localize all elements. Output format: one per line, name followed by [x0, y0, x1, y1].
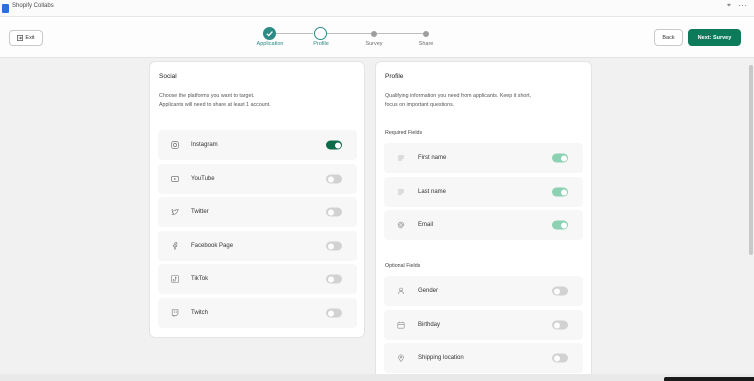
twitch-toggle[interactable] [326, 308, 342, 318]
field-row-last-name[interactable]: Last name [384, 177, 583, 207]
step-share-indicator[interactable] [423, 31, 429, 37]
field-row-gender[interactable]: Gender [384, 276, 583, 306]
instagram-toggle[interactable] [326, 140, 342, 150]
optional-fields-heading: Optional Fields [385, 263, 421, 269]
instagram-icon [171, 141, 179, 149]
social-card: Social Choose the platforms you want to … [149, 61, 365, 338]
last-name-toggle[interactable] [552, 187, 568, 197]
social-description-line2: Applicants will need to share at least 1… [159, 102, 271, 108]
location-pin-icon [397, 354, 405, 362]
step-label-profile: Profile [313, 41, 329, 47]
field-label: Last name [418, 189, 447, 195]
gender-toggle[interactable] [552, 286, 568, 296]
twitter-icon [171, 208, 179, 216]
field-row-email[interactable]: Email [384, 210, 583, 240]
email-toggle[interactable] [552, 220, 568, 230]
window-bottom-edge [0, 374, 754, 381]
platform-label: Twitch [191, 310, 209, 316]
platform-row-tiktok[interactable]: TikTok [158, 264, 357, 294]
platform-label: TikTok [191, 276, 209, 282]
platform-row-youtube[interactable]: YouTube [158, 164, 357, 194]
platform-row-twitter[interactable]: Twitter [158, 197, 357, 227]
taskbar-fragment [664, 377, 754, 381]
platform-row-instagram[interactable]: Instagram [158, 130, 357, 160]
window-title: Shopify Collabs [12, 3, 54, 9]
twitch-icon [171, 309, 179, 317]
facebook-toggle[interactable] [326, 241, 342, 251]
platform-label: Twitter [191, 209, 209, 215]
at-icon [397, 221, 405, 229]
step-application-check-icon[interactable] [263, 27, 276, 40]
facebook-icon [171, 242, 179, 250]
window-titlebar: Shopify Collabs ⌖ ··· [0, 0, 754, 17]
back-button[interactable]: Back [654, 29, 683, 46]
field-row-first-name[interactable]: First name [384, 143, 583, 173]
next-survey-button[interactable]: Next: Survey [688, 29, 741, 46]
pin-icon[interactable]: ⌖ [727, 2, 731, 10]
person-icon [397, 287, 405, 295]
shipping-location-toggle[interactable] [552, 353, 568, 363]
step-connector [327, 33, 372, 34]
tiktok-toggle[interactable] [326, 274, 342, 284]
step-survey-indicator[interactable] [371, 31, 377, 37]
platform-label: YouTube [191, 176, 215, 182]
step-label-survey: Survey [365, 41, 383, 47]
social-title: Social [159, 73, 177, 80]
wizard-stepper: Application Profile Survey Share [0, 17, 754, 58]
profile-description-line2: focus on important questions. [385, 102, 455, 108]
platform-label: Facebook Page [191, 243, 234, 249]
step-connector [377, 33, 423, 34]
platform-row-facebook[interactable]: Facebook Page [158, 231, 357, 261]
scrollbar-thumb[interactable] [749, 65, 753, 255]
field-row-shipping-location[interactable]: Shipping location [384, 343, 583, 373]
profile-card: Profile Qualifying information you need … [375, 61, 592, 381]
wizard-header: Exit Application Profile Survey Share Ba… [0, 17, 754, 58]
twitter-toggle[interactable] [326, 207, 342, 217]
step-label-application: Application [256, 41, 284, 47]
field-label: Email [418, 222, 434, 228]
youtube-toggle[interactable] [326, 174, 342, 184]
field-row-birthday[interactable]: Birthday [384, 310, 583, 340]
required-fields-heading: Required Fields [385, 130, 423, 136]
step-label-share: Share [418, 41, 434, 47]
shopify-app-icon [2, 4, 9, 13]
more-icon[interactable]: ··· [738, 1, 748, 10]
field-label: Birthday [418, 322, 441, 328]
field-label: Shipping location [418, 355, 464, 361]
step-connector [276, 33, 313, 34]
calendar-icon [397, 321, 405, 329]
field-label: Gender [418, 288, 439, 294]
field-label: First name [418, 155, 447, 161]
profile-title: Profile [385, 73, 404, 80]
youtube-icon [171, 175, 179, 183]
tiktok-icon [171, 275, 179, 283]
step-profile-indicator[interactable] [314, 27, 327, 40]
text-lines-icon [397, 154, 405, 162]
first-name-toggle[interactable] [552, 153, 568, 163]
platform-label: Instagram [191, 142, 218, 148]
platform-row-twitch[interactable]: Twitch [158, 298, 357, 328]
text-lines-icon [397, 188, 405, 196]
birthday-toggle[interactable] [552, 320, 568, 330]
